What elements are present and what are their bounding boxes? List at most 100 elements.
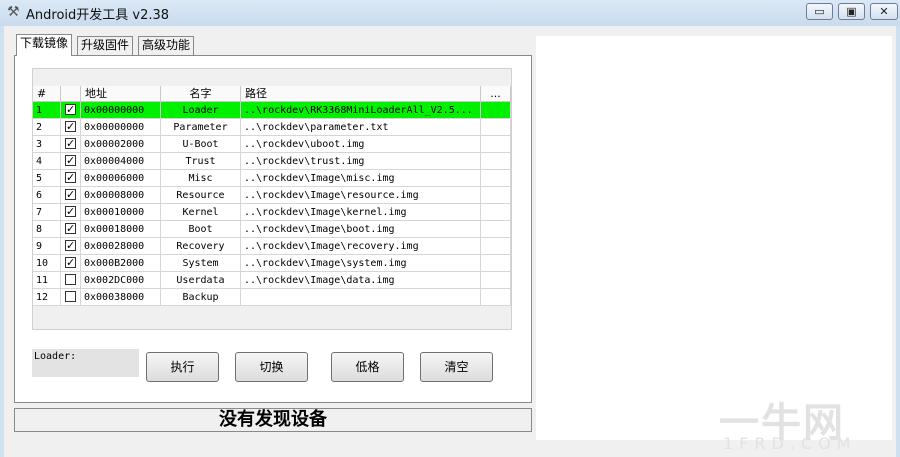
maximize-button[interactable]: ▣ xyxy=(838,3,865,20)
col-more[interactable]: ... xyxy=(481,86,511,102)
row-name[interactable]: Resource xyxy=(161,187,241,204)
row-checkbox[interactable]: ✓ xyxy=(65,155,76,166)
row-address[interactable]: 0x00038000 xyxy=(81,289,161,306)
row-browse[interactable] xyxy=(481,136,511,153)
row-path[interactable]: ..\rockdev\parameter.txt xyxy=(241,119,481,136)
row-checkbox[interactable]: ✓ xyxy=(65,172,76,183)
row-name[interactable]: Misc xyxy=(161,170,241,187)
partition-list[interactable]: # 地址 名字 路径 ... 1 ✓ 0x00000000 Loader ..\rock… xyxy=(32,68,512,330)
row-path[interactable]: ..\rockdev\Image\kernel.img xyxy=(241,204,481,221)
row-address[interactable]: 0x00004000 xyxy=(81,153,161,170)
table-row[interactable]: 8 ✓ 0x00018000 Boot ..\rockdev\Image\boot.im… xyxy=(33,221,511,238)
row-path[interactable]: ..\rockdev\Image\misc.img xyxy=(241,170,481,187)
row-name[interactable]: Loader xyxy=(161,102,241,119)
col-path[interactable]: 路径 xyxy=(241,86,481,102)
row-browse[interactable] xyxy=(481,102,511,119)
row-path[interactable]: ..\rockdev\Image\boot.img xyxy=(241,221,481,238)
table-row[interactable]: 11 0x002DC000 Userdata ..\rockdev\Image\dat… xyxy=(33,272,511,289)
row-address[interactable]: 0x000B2000 xyxy=(81,255,161,272)
row-browse[interactable] xyxy=(481,170,511,187)
row-checkbox[interactable]: ✓ xyxy=(65,138,76,149)
row-browse[interactable] xyxy=(481,272,511,289)
row-address[interactable]: 0x00000000 xyxy=(81,102,161,119)
row-checkbox-cell[interactable]: ✓ xyxy=(61,204,81,221)
minimize-button[interactable]: ▭ xyxy=(806,3,833,20)
row-checkbox[interactable] xyxy=(65,274,76,285)
row-browse[interactable] xyxy=(481,119,511,136)
row-browse[interactable] xyxy=(481,187,511,204)
row-checkbox-cell[interactable]: ✓ xyxy=(61,170,81,187)
close-button[interactable]: ✕ xyxy=(870,3,898,20)
row-checkbox[interactable]: ✓ xyxy=(65,189,76,200)
switch-button[interactable]: 切换 xyxy=(235,352,308,382)
row-name[interactable]: Userdata xyxy=(161,272,241,289)
row-name[interactable]: Backup xyxy=(161,289,241,306)
row-checkbox[interactable]: ✓ xyxy=(65,104,76,115)
tab-advanced[interactable]: 高级功能 xyxy=(138,36,195,55)
row-checkbox-cell[interactable]: ✓ xyxy=(61,119,81,136)
row-path[interactable]: ..\rockdev\Image\data.img xyxy=(241,272,481,289)
run-button[interactable]: 执行 xyxy=(146,352,219,382)
row-address[interactable]: 0x00018000 xyxy=(81,221,161,238)
row-checkbox[interactable]: ✓ xyxy=(65,240,76,251)
table-row[interactable]: 5 ✓ 0x00006000 Misc ..\rockdev\Image\misc.im… xyxy=(33,170,511,187)
table-row[interactable]: 9 ✓ 0x00028000 Recovery ..\rockdev\Image\rec… xyxy=(33,238,511,255)
row-browse[interactable] xyxy=(481,289,511,306)
row-name[interactable]: Boot xyxy=(161,221,241,238)
row-name[interactable]: Recovery xyxy=(161,238,241,255)
row-checkbox[interactable] xyxy=(65,291,76,302)
low-format-button[interactable]: 低格 xyxy=(331,352,404,382)
row-checkbox[interactable]: ✓ xyxy=(65,257,76,268)
table-row[interactable]: 1 ✓ 0x00000000 Loader ..\rockdev\RK3368MiniL… xyxy=(33,102,511,119)
table-row[interactable]: 3 ✓ 0x00002000 U-Boot ..\rockdev\uboot.img xyxy=(33,136,511,153)
log-panel[interactable] xyxy=(536,36,892,440)
row-name[interactable]: Trust xyxy=(161,153,241,170)
row-checkbox-cell[interactable]: ✓ xyxy=(61,136,81,153)
row-browse[interactable] xyxy=(481,238,511,255)
row-checkbox-cell[interactable] xyxy=(61,289,81,306)
row-address[interactable]: 0x00000000 xyxy=(81,119,161,136)
row-path[interactable]: ..\rockdev\Image\resource.img xyxy=(241,187,481,204)
tab-download-image[interactable]: 下载镜像 xyxy=(16,34,73,56)
row-checkbox-cell[interactable]: ✓ xyxy=(61,221,81,238)
row-browse[interactable] xyxy=(481,221,511,238)
table-row[interactable]: 7 ✓ 0x00010000 Kernel ..\rockdev\Image\kerne… xyxy=(33,204,511,221)
clear-button[interactable]: 清空 xyxy=(420,352,493,382)
row-checkbox-cell[interactable]: ✓ xyxy=(61,153,81,170)
row-name[interactable]: U-Boot xyxy=(161,136,241,153)
row-address[interactable]: 0x00002000 xyxy=(81,136,161,153)
row-path[interactable]: ..\rockdev\uboot.img xyxy=(241,136,481,153)
row-browse[interactable] xyxy=(481,153,511,170)
col-name[interactable]: 名字 xyxy=(161,86,241,102)
row-path[interactable]: ..\rockdev\trust.img xyxy=(241,153,481,170)
table-row[interactable]: 4 ✓ 0x00004000 Trust ..\rockdev\trust.img xyxy=(33,153,511,170)
row-path[interactable] xyxy=(241,289,481,306)
row-address[interactable]: 0x002DC000 xyxy=(81,272,161,289)
row-checkbox-cell[interactable] xyxy=(61,272,81,289)
row-browse[interactable] xyxy=(481,204,511,221)
row-address[interactable]: 0x00006000 xyxy=(81,170,161,187)
row-path[interactable]: ..\rockdev\RK3368MiniLoaderAll_V2.5... xyxy=(241,102,481,119)
row-address[interactable]: 0x00008000 xyxy=(81,187,161,204)
row-checkbox-cell[interactable]: ✓ xyxy=(61,187,81,204)
row-name[interactable]: Kernel xyxy=(161,204,241,221)
table-row[interactable]: 2 ✓ 0x00000000 Parameter ..\rockdev\paramete… xyxy=(33,119,511,136)
row-checkbox[interactable]: ✓ xyxy=(65,223,76,234)
row-address[interactable]: 0x00010000 xyxy=(81,204,161,221)
row-browse[interactable] xyxy=(481,255,511,272)
row-path[interactable]: ..\rockdev\Image\recovery.img xyxy=(241,238,481,255)
row-checkbox[interactable]: ✓ xyxy=(65,206,76,217)
row-checkbox-cell[interactable]: ✓ xyxy=(61,255,81,272)
col-index[interactable]: # xyxy=(33,86,61,102)
row-checkbox[interactable]: ✓ xyxy=(65,121,76,132)
table-row[interactable]: 6 ✓ 0x00008000 Resource ..\rockdev\Image\res… xyxy=(33,187,511,204)
row-address[interactable]: 0x00028000 xyxy=(81,238,161,255)
tab-upgrade-firmware[interactable]: 升级固件 xyxy=(77,36,134,55)
col-address[interactable]: 地址 xyxy=(81,86,161,102)
row-name[interactable]: System xyxy=(161,255,241,272)
row-path[interactable]: ..\rockdev\Image\system.img xyxy=(241,255,481,272)
table-row[interactable]: 10 ✓ 0x000B2000 System ..\rockdev\Image\syst… xyxy=(33,255,511,272)
row-name[interactable]: Parameter xyxy=(161,119,241,136)
col-check[interactable] xyxy=(61,86,81,102)
row-checkbox-cell[interactable]: ✓ xyxy=(61,102,81,119)
